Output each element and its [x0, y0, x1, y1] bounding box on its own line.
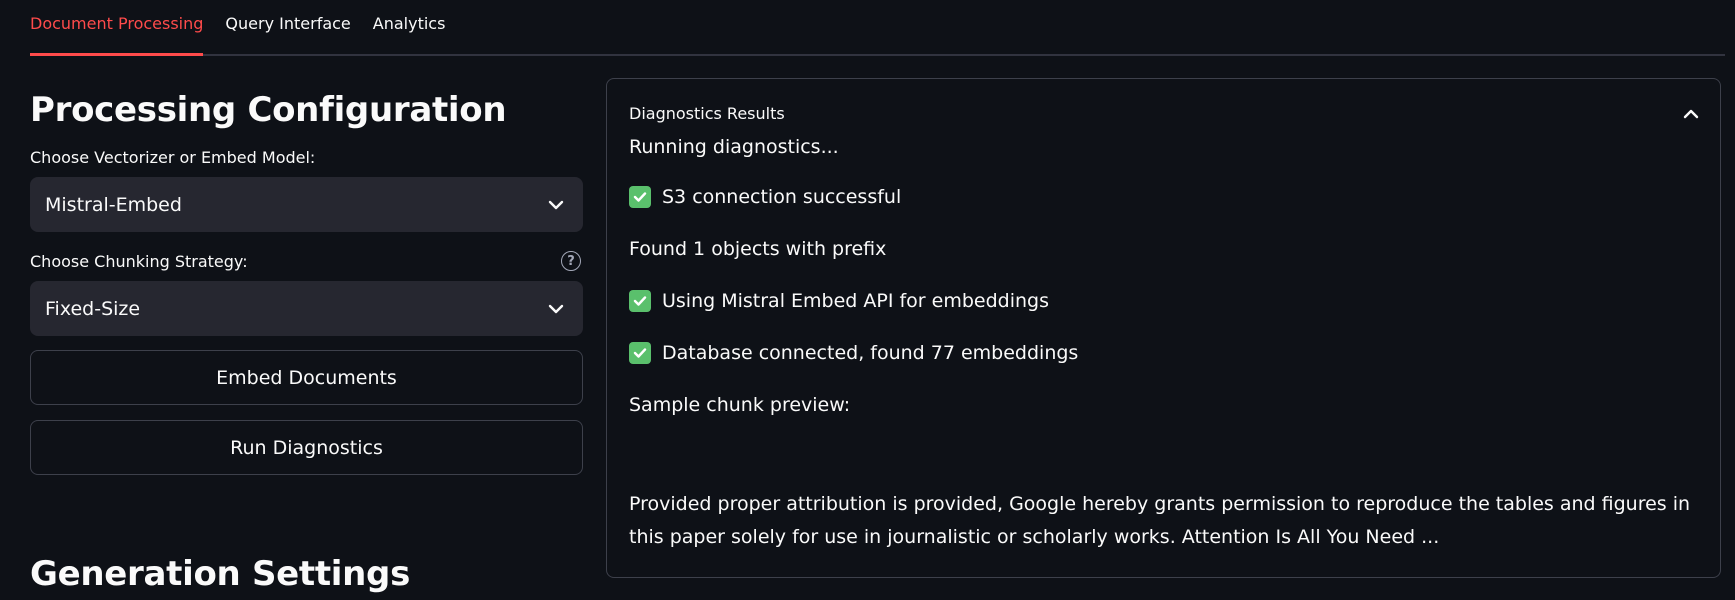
question-circle-icon[interactable]: ?	[561, 251, 581, 271]
tab-query-interface[interactable]: Query Interface	[225, 0, 350, 54]
vectorizer-label: Choose Vectorizer or Embed Model:	[30, 148, 316, 167]
diagnostic-line: Using Mistral Embed API for embeddings	[629, 290, 1049, 312]
chevron-down-icon	[547, 196, 565, 214]
diagnostic-text: Database connected, found 77 embeddings	[662, 342, 1079, 364]
checkmark-icon	[629, 186, 651, 208]
diagnostic-text: Running diagnostics...	[629, 136, 839, 158]
processing-configuration-heading: Processing Configuration	[30, 90, 507, 130]
app-window: Document Processing Query Interface Anal…	[0, 0, 1735, 600]
diagnostic-text: Sample chunk preview:	[629, 394, 851, 416]
vectorizer-select[interactable]: Mistral-Embed	[30, 177, 583, 232]
diagnostics-title: Diagnostics Results	[629, 103, 785, 123]
sample-chunk-preview: Provided proper attribution is provided,…	[629, 493, 1691, 548]
vectorizer-select-value: Mistral-Embed	[45, 193, 182, 216]
diagnostic-text: Found 1 objects with prefix	[629, 238, 887, 260]
run-diagnostics-button[interactable]: Run Diagnostics	[30, 420, 583, 475]
chunking-label: Choose Chunking Strategy:	[30, 252, 248, 271]
checkmark-icon	[629, 290, 651, 312]
embed-documents-button[interactable]: Embed Documents	[30, 350, 583, 405]
diagnostic-line: Found 1 objects with prefix	[629, 238, 886, 260]
checkmark-icon	[629, 342, 651, 364]
diagnostic-text: S3 connection successful	[662, 186, 902, 208]
tab-bar: Document Processing Query Interface Anal…	[30, 0, 1725, 56]
diagnostic-line: Sample chunk preview:	[629, 394, 850, 416]
chunking-select-value: Fixed-Size	[45, 297, 141, 320]
diagnostic-line: Running diagnostics...	[629, 136, 839, 158]
diagnostic-line: S3 connection successful	[629, 186, 901, 208]
tab-analytics[interactable]: Analytics	[373, 0, 446, 54]
chevron-up-icon	[1683, 104, 1699, 123]
generation-settings-heading: Generation Settings	[30, 554, 411, 594]
diagnostics-expander-header[interactable]: Diagnostics Results	[629, 101, 1699, 125]
chunking-select[interactable]: Fixed-Size	[30, 281, 583, 336]
diagnostics-expander: Diagnostics Results Running diagnostics.…	[606, 78, 1721, 578]
diagnostic-line: Database connected, found 77 embeddings	[629, 342, 1078, 364]
chevron-down-icon	[547, 300, 565, 318]
diagnostic-text: Using Mistral Embed API for embeddings	[662, 290, 1049, 312]
tab-document-processing[interactable]: Document Processing	[30, 0, 204, 56]
